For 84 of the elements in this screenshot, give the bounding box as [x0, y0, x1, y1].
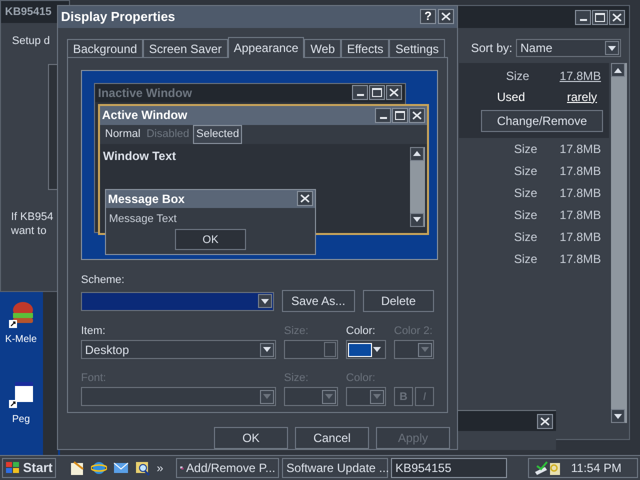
minimize-icon[interactable] — [575, 10, 591, 24]
tab[interactable]: Screen Saver — [143, 38, 228, 57]
size-label: Size — [514, 207, 538, 224]
cancel-button[interactable]: Cancel — [295, 427, 369, 449]
tab[interactable]: Effects — [340, 38, 390, 57]
window-text: Window Text — [103, 148, 176, 165]
menu-item[interactable]: Normal — [103, 126, 142, 143]
ok-button[interactable]: OK — [214, 427, 288, 449]
maximize-icon[interactable] — [392, 108, 408, 123]
menu-item[interactable]: Selected — [193, 125, 242, 144]
save-as-button[interactable]: Save As... — [282, 290, 355, 312]
taskbar-button[interactable]: Add/Remove P... — [176, 458, 280, 478]
scheme-label: Scheme: — [81, 272, 126, 288]
notepad-icon[interactable] — [68, 460, 85, 476]
tab[interactable]: Appearance — [228, 36, 304, 58]
usage-link[interactable]: rarely — [566, 88, 597, 106]
size-value: 17.8MB — [560, 163, 601, 180]
size-label: Size — [514, 251, 538, 268]
active-title: Active Window — [102, 107, 188, 124]
taskbar-button[interactable]: KB954155 — [391, 458, 508, 478]
close-icon[interactable] — [409, 108, 425, 123]
message-title: Message Box — [108, 190, 185, 208]
item-label: Item: — [81, 325, 106, 338]
size-label: Size — [514, 229, 538, 246]
sort-dropdown[interactable]: Name — [516, 39, 622, 57]
close-icon[interactable] — [438, 9, 454, 24]
size-label: Size — [506, 68, 530, 84]
burger-icon[interactable] — [9, 300, 33, 328]
search-icon[interactable] — [134, 460, 151, 476]
maximize-icon[interactable] — [592, 10, 608, 24]
more-chevron[interactable]: » — [156, 459, 164, 477]
scrollbar[interactable] — [611, 63, 627, 423]
size-value: 17.8MB — [560, 185, 601, 202]
size-label: Size — [514, 141, 538, 158]
size-link[interactable]: 17.8MB — [560, 66, 601, 84]
size-value: 17.8MB — [560, 207, 601, 224]
setup-text: Setup d — [12, 34, 50, 49]
maximize-icon[interactable] — [369, 85, 385, 100]
globe-icon[interactable] — [90, 460, 107, 476]
window-title: KB95415 — [5, 4, 52, 20]
selected-program[interactable]: Size 17.8MB Used rarely Change/Remove — [459, 63, 609, 138]
dropdown-field[interactable] — [346, 387, 386, 406]
size-value: 17.8MB — [560, 251, 601, 268]
inactive-title: Inactive Window — [98, 84, 192, 102]
delete-button[interactable]: Delete — [362, 290, 434, 312]
color-picker[interactable] — [346, 340, 386, 360]
close-icon[interactable] — [609, 10, 625, 24]
change-remove-button[interactable]: Change/Remove — [481, 110, 603, 132]
dropdown-field[interactable] — [284, 387, 338, 406]
start-button[interactable]: Start — [2, 458, 56, 478]
scrollbar[interactable] — [410, 146, 425, 227]
size-value: 17.8MB — [560, 229, 601, 246]
window-icon[interactable] — [9, 380, 33, 408]
windows-logo-icon — [5, 461, 21, 475]
info-text: If KB954 — [11, 210, 54, 224]
close-icon[interactable] — [297, 191, 313, 206]
color-label: Color: — [346, 325, 376, 338]
taskbar-button[interactable]: Software Update ... — [282, 458, 388, 478]
tab[interactable]: Settings — [389, 38, 445, 57]
icon-label[interactable]: Peg — [12, 412, 30, 427]
sort-label: Sort by: — [471, 40, 512, 57]
size-value: 17.8MB — [560, 141, 601, 158]
size-label: Size — [514, 163, 538, 180]
close-icon[interactable] — [386, 85, 402, 100]
icon-label[interactable]: K-Mele — [5, 332, 37, 347]
dropdown-field[interactable] — [81, 387, 276, 406]
tab[interactable]: Background — [67, 38, 144, 57]
ok-button[interactable]: OK — [175, 229, 246, 250]
tab[interactable]: Web — [304, 38, 341, 57]
size-label: Size — [514, 185, 538, 202]
item-dropdown[interactable]: Desktop — [81, 340, 276, 360]
minimize-icon[interactable] — [352, 85, 368, 100]
dropdown-field[interactable] — [394, 340, 434, 360]
used-label: Used — [497, 88, 526, 106]
help-button[interactable]: ? — [420, 9, 436, 24]
dialog-title: Display Properties — [61, 8, 176, 26]
minimize-icon[interactable] — [375, 108, 391, 123]
info-text: want to — [11, 224, 46, 238]
dropdown-arrow-icon[interactable] — [373, 347, 381, 352]
mail-icon[interactable] — [112, 460, 129, 476]
clock: 11:54 PM — [571, 460, 622, 477]
message-text: Message Text — [108, 212, 178, 227]
close-icon[interactable] — [537, 414, 553, 428]
network-icon[interactable] — [533, 460, 561, 476]
